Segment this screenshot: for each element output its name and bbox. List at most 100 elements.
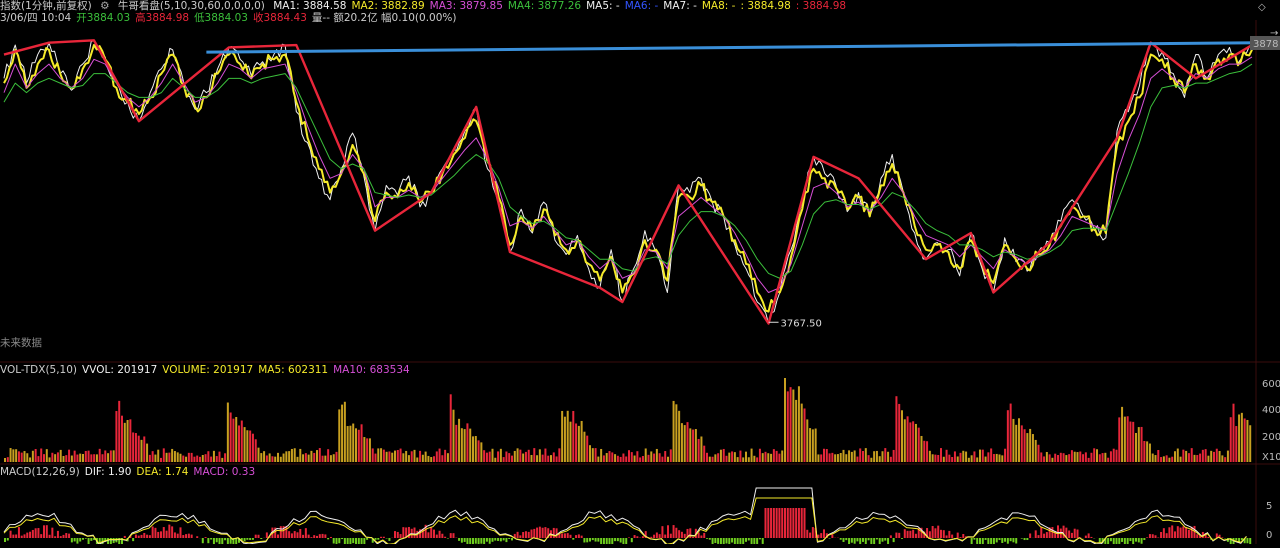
volume-bar [617, 456, 619, 462]
volume-bar [1051, 458, 1053, 462]
volume-bar [1227, 451, 1229, 462]
macd-bar-up [430, 527, 432, 538]
macd-bar-up [68, 534, 70, 538]
volume-bar [1213, 452, 1215, 462]
volume-bar [1116, 450, 1118, 462]
macd-bar-down [726, 538, 728, 543]
volume-bar [127, 420, 129, 462]
macd-bar-up [316, 536, 318, 538]
indicator-gear-icon[interactable]: ⚙ [100, 0, 109, 12]
volume-bar [689, 428, 691, 462]
volume-bar [817, 454, 819, 462]
volume-bar [163, 448, 165, 462]
volume-bar [174, 451, 176, 462]
macd-bar-down [216, 538, 218, 542]
volume-bar [252, 434, 254, 462]
volume-bar [464, 429, 466, 462]
macd-bar-up [266, 532, 268, 538]
macd-bar-up [801, 508, 803, 538]
macd-bar-down [1135, 538, 1137, 542]
macd-bar-up [177, 534, 179, 538]
volume-bar [667, 457, 669, 462]
macd-bar-down [375, 538, 377, 540]
volume-bar [960, 453, 962, 462]
volume-bar [1182, 450, 1184, 462]
volume-bar [834, 454, 836, 462]
volume-bar [675, 404, 677, 462]
volume-bar [411, 451, 413, 462]
macd-bar-up [46, 525, 48, 538]
macd-bar-up [1221, 537, 1223, 538]
volume-bar [848, 450, 850, 462]
macd-bar-up [60, 536, 62, 538]
volume-bar [76, 455, 78, 462]
macd-bar-down [709, 538, 711, 540]
trend-arrow-line [206, 43, 1272, 53]
volume-bar [728, 453, 730, 462]
volume-header-item-4: MA10: 683534 [333, 364, 410, 376]
volume-bar [96, 454, 98, 462]
macd-bar-up [798, 508, 800, 538]
volume-bar [193, 457, 195, 462]
macd-bar-up [698, 533, 700, 538]
volume-bar [1124, 417, 1126, 462]
volume-bar [274, 457, 276, 462]
volume-bar [564, 417, 566, 462]
macd-header-item-3: MACD: 0.33 [193, 466, 255, 478]
macd-bar-up [441, 534, 443, 538]
volume-bar [650, 451, 652, 462]
macd-tick-1: 0 [1266, 530, 1272, 541]
macd-bar-up [1188, 530, 1190, 538]
volume-bar [93, 454, 95, 462]
volume-bar [1246, 420, 1248, 462]
macd-bar-up [943, 530, 945, 538]
macd-bar-up [1043, 534, 1045, 538]
macd-bar-down [873, 538, 875, 544]
macd-bar-up [313, 535, 315, 538]
macd-bar-up [18, 527, 20, 538]
ma-value-2: MA3: 3879.85 [430, 0, 503, 12]
macd-bar-down [1001, 538, 1003, 543]
macd-bar-down [762, 538, 764, 544]
macd-bar-up [656, 532, 658, 538]
macd-bar-up [915, 534, 917, 538]
volume-bar [352, 424, 354, 462]
macd-bar-down [221, 538, 223, 544]
macd-bar-up [174, 532, 176, 538]
volume-bar [483, 450, 485, 462]
volume-bar [547, 456, 549, 462]
volume-bar [1194, 455, 1196, 462]
macd-bar-down [1116, 538, 1118, 544]
volume-bar [1026, 433, 1028, 462]
macd-bar-up [776, 508, 778, 538]
macd-bar-down [207, 538, 209, 543]
ma-value-0: MA1: 3884.58 [273, 0, 346, 12]
volume-bar [1029, 429, 1031, 462]
volume-bar [561, 411, 563, 462]
macd-bar-down [611, 538, 613, 544]
volume-bar [10, 448, 12, 462]
macd-bar-down [845, 538, 847, 540]
volume-bar [1065, 455, 1067, 462]
volume-bar [692, 430, 694, 462]
macd-bar-down [862, 538, 864, 542]
volume-bar [622, 453, 624, 462]
macd-bar-down [625, 538, 627, 544]
volume-bar [32, 451, 34, 462]
volume-bar [63, 456, 65, 462]
macd-bar-up [397, 532, 399, 538]
volume-bar [901, 410, 903, 462]
volume-bar [12, 449, 14, 462]
volume-bar [572, 411, 574, 462]
volume-bar [168, 453, 170, 462]
macd-bar-up [1071, 533, 1073, 538]
volume-bar [1060, 453, 1062, 462]
volume-bar [283, 454, 285, 462]
macd-bar-up [890, 535, 892, 538]
volume-bar [1007, 410, 1009, 462]
volume-bar [1043, 456, 1045, 462]
macd-bar-up [299, 529, 301, 538]
macd-bar-up [778, 508, 780, 538]
macd-bar-up [536, 528, 538, 538]
macd-bar-down [347, 538, 349, 544]
